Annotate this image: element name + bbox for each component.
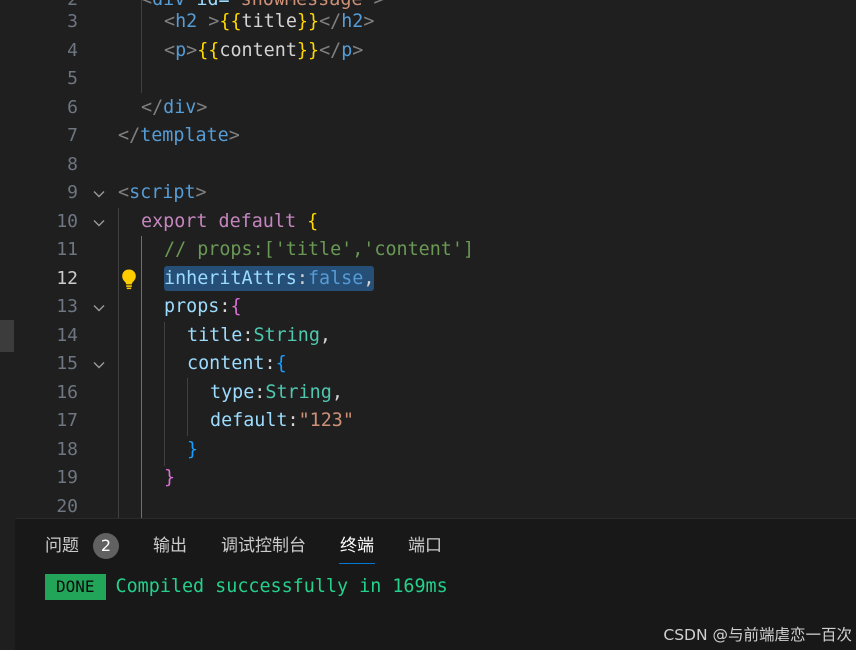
- line-number: 4: [67, 40, 78, 61]
- code-line-active[interactable]: 12 inheritAttrs:false,: [0, 265, 856, 293]
- code-text: title:String,: [187, 325, 331, 346]
- code-text: </template>: [118, 125, 240, 146]
- code-line[interactable]: 7 </template>: [0, 122, 856, 150]
- code-text: }: [187, 439, 199, 460]
- tab-output[interactable]: 输出: [153, 533, 187, 559]
- code-line[interactable]: 6 </div>: [0, 94, 856, 122]
- line-number: 14: [56, 325, 78, 346]
- watermark: CSDN @与前端虐恋一百次: [663, 626, 852, 644]
- chevron-down-icon[interactable]: [92, 301, 106, 315]
- code-line[interactable]: 5: [0, 65, 856, 93]
- line-number: 13: [56, 296, 78, 317]
- line-number: 11: [56, 239, 78, 260]
- code-line[interactable]: 10 export default {: [0, 208, 856, 236]
- line-number: 7: [67, 125, 78, 146]
- line-number: 9: [67, 182, 78, 203]
- tab-ports[interactable]: 端口: [408, 533, 442, 559]
- code-line[interactable]: 14 title:String,: [0, 322, 856, 350]
- line-number: 16: [56, 382, 78, 403]
- code-text: <script>: [118, 182, 207, 203]
- code-line[interactable]: 9 <script>: [0, 179, 856, 207]
- code-line[interactable]: 19 }: [0, 464, 856, 492]
- line-number: 18: [56, 439, 78, 460]
- line-number: 19: [56, 467, 78, 488]
- code-line[interactable]: 13 props:{: [0, 293, 856, 321]
- code-text: inheritAttrs:false,: [164, 266, 375, 291]
- code-line[interactable]: 16 type:String,: [0, 379, 856, 407]
- tab-label: 问题: [45, 536, 79, 556]
- code-editor[interactable]: 2 <div id="showMessage"> 3 <h2 >{{title}…: [0, 0, 856, 518]
- tab-label: 调试控制台: [221, 536, 306, 556]
- line-number: 8: [67, 154, 78, 175]
- line-number: 12: [56, 268, 78, 289]
- code-text: export default {: [141, 211, 319, 232]
- tab-label: 输出: [153, 536, 187, 556]
- compile-message: Compiled successfully in 169ms: [115, 576, 448, 597]
- line-number: 15: [56, 353, 78, 374]
- code-line[interactable]: 3 <h2 >{{title}}</h2>: [0, 8, 856, 36]
- tab-terminal[interactable]: 终端: [339, 533, 375, 564]
- code-text: <h2 >{{title}}</h2>: [164, 11, 375, 32]
- line-number: 20: [56, 496, 78, 517]
- code-line[interactable]: 17 default:"123": [0, 407, 856, 435]
- code-line[interactable]: 15 content:{: [0, 350, 856, 378]
- line-number: 10: [56, 211, 78, 232]
- code-text: }: [164, 467, 176, 488]
- line-number: 17: [56, 410, 78, 431]
- code-text: </div>: [141, 97, 208, 118]
- code-text: // props:['title','content']: [164, 239, 475, 260]
- done-badge: DONE: [45, 574, 106, 600]
- chevron-down-icon[interactable]: [92, 187, 106, 201]
- line-number: 3: [67, 11, 78, 32]
- lightbulb-icon[interactable]: [120, 268, 138, 290]
- code-line[interactable]: 20: [0, 493, 856, 518]
- chevron-down-icon[interactable]: [92, 216, 106, 230]
- tab-problems[interactable]: 问题 2: [45, 533, 119, 559]
- code-line[interactable]: 4 <p>{{content}}</p>: [0, 37, 856, 65]
- code-text: default:"123": [210, 410, 354, 431]
- code-line[interactable]: 18 }: [0, 436, 856, 464]
- code-line[interactable]: 11 // props:['title','content']: [0, 236, 856, 264]
- terminal-output[interactable]: DONE Compiled successfully in 169ms: [45, 573, 448, 601]
- tab-label: 终端: [340, 536, 374, 556]
- line-number: 6: [67, 97, 78, 118]
- code-text: type:String,: [210, 382, 343, 403]
- tab-debug-console[interactable]: 调试控制台: [221, 533, 306, 559]
- code-text: content:{: [187, 353, 287, 374]
- problems-count-badge: 2: [93, 533, 119, 559]
- tab-label: 端口: [408, 536, 442, 556]
- panel-tabs: 问题 2 输出 调试控制台 终端 端口: [45, 533, 476, 569]
- code-text: <p>{{content}}</p>: [164, 40, 364, 61]
- code-line[interactable]: 8: [0, 151, 856, 179]
- code-text: props:{: [164, 296, 242, 317]
- line-number: 5: [67, 68, 78, 89]
- chevron-down-icon[interactable]: [92, 358, 106, 372]
